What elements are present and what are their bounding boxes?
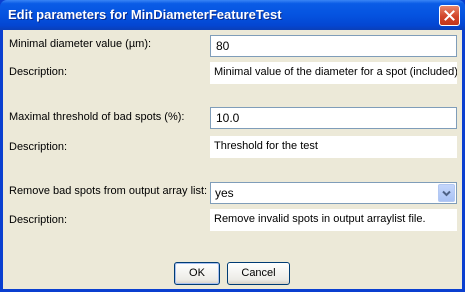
min-diameter-description: Minimal value of the diameter for a spot… — [210, 62, 457, 84]
dialog-window: Edit parameters for MinDiameterFeatureTe… — [0, 0, 465, 292]
title-bar[interactable]: Edit parameters for MinDiameterFeatureTe… — [0, 0, 465, 30]
dropdown-button[interactable] — [438, 184, 455, 202]
remove-bad-spots-description-label: Description: — [9, 214, 68, 226]
remove-bad-spots-value: yes — [215, 186, 234, 200]
max-threshold-description-label: Description: — [9, 141, 68, 153]
max-threshold-input[interactable]: 10.0 — [210, 107, 457, 129]
remove-bad-spots-description: Remove invalid spots in output arraylist… — [210, 209, 457, 231]
min-diameter-label: Minimal diameter value (µm): — [9, 38, 152, 50]
chevron-down-icon — [442, 190, 451, 197]
close-icon — [444, 10, 455, 21]
max-threshold-description: Threshold for the test — [210, 136, 457, 158]
window-title: Edit parameters for MinDiameterFeatureTe… — [8, 7, 282, 22]
ok-button[interactable]: OK — [174, 262, 220, 285]
min-diameter-input[interactable]: 80 — [210, 35, 457, 57]
remove-bad-spots-label: Remove bad spots from output array list: — [9, 185, 208, 197]
max-threshold-label: Maximal threshold of bad spots (%): — [9, 111, 185, 123]
cancel-button[interactable]: Cancel — [227, 262, 290, 285]
remove-bad-spots-select[interactable]: yes — [210, 182, 457, 204]
dialog-body: Minimal diameter value (µm): 80 Descript… — [3, 30, 462, 289]
min-diameter-description-label: Description: — [9, 66, 68, 78]
close-button[interactable] — [439, 5, 460, 26]
